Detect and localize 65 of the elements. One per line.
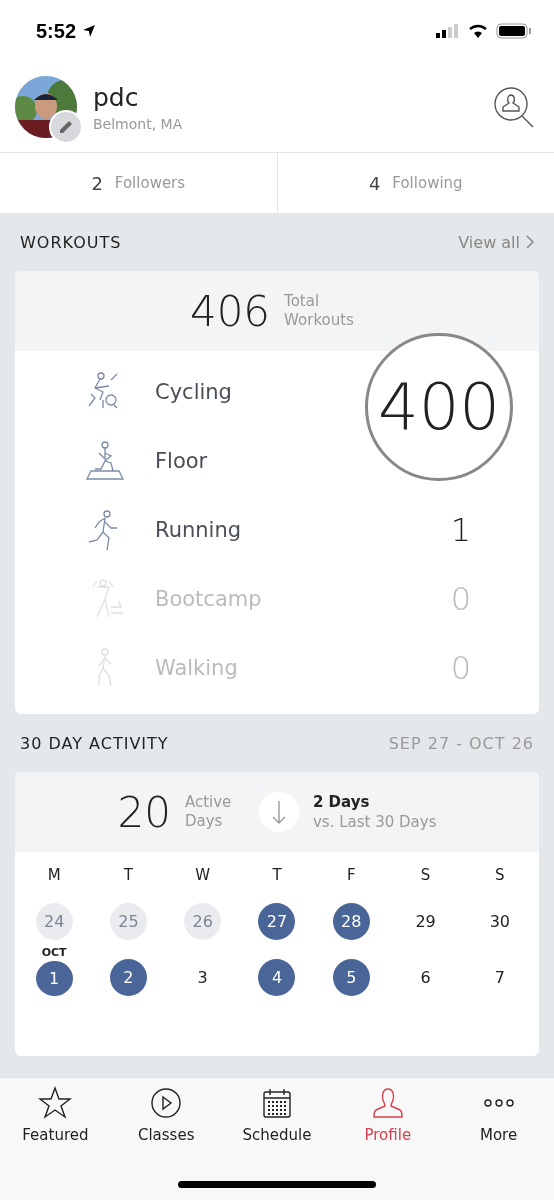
active-count: 20 xyxy=(117,787,171,837)
weekday-label: T xyxy=(123,866,133,884)
weekday-label: T xyxy=(272,866,282,884)
workout-name: Floor xyxy=(155,448,209,473)
stat-label: Followers xyxy=(114,174,186,192)
calendar-day[interactable]: 2 xyxy=(109,959,147,996)
active-label: Active Days xyxy=(184,793,233,831)
profile-name: pdc xyxy=(93,82,140,112)
tab-bar-item[interactable]: Profile xyxy=(332,1086,444,1144)
stat-count: 4 xyxy=(368,172,381,194)
change-label: vs. Last 30 Days xyxy=(312,813,437,831)
floor-exercise-icon xyxy=(83,438,127,483)
total-label: Total Workouts xyxy=(284,292,355,330)
calendar-day[interactable]: 3 xyxy=(184,959,222,996)
status-time: 5:52 xyxy=(36,19,77,43)
workout-name: Cycling xyxy=(155,379,233,404)
calendar-day[interactable]: 7 xyxy=(481,959,519,996)
date-range: SEP 27 - OCT 26 xyxy=(388,733,534,753)
profile-location: Belmont, MA xyxy=(93,115,184,132)
stat-label: Following xyxy=(392,174,463,192)
stat-tab[interactable]: 4 Following xyxy=(276,153,554,213)
play-icon xyxy=(149,1086,184,1120)
calendar-day[interactable]: 4 xyxy=(258,959,296,996)
workout-count: 1 xyxy=(450,510,471,549)
workout-name: Walking xyxy=(155,655,239,680)
workout-count: 0 xyxy=(450,648,471,687)
wifi-icon xyxy=(468,24,488,38)
battery-icon xyxy=(496,23,532,39)
calendar-day[interactable]: 5 xyxy=(332,959,370,996)
signal-icon xyxy=(436,24,460,38)
more-icon xyxy=(481,1098,516,1108)
stat-count: 2 xyxy=(91,172,103,194)
weekday-label: F xyxy=(346,866,356,884)
person-icon xyxy=(370,1086,405,1120)
calendar-icon xyxy=(260,1086,294,1120)
location-arrow-icon xyxy=(82,24,97,38)
calendar-day[interactable]: 27 xyxy=(258,903,296,940)
star-icon xyxy=(38,1086,73,1120)
user-search-icon[interactable] xyxy=(492,85,536,129)
calendar-day[interactable]: 30 xyxy=(481,903,519,940)
weekday-label: W xyxy=(195,866,211,884)
total-count: 406 xyxy=(189,286,271,336)
weekday-label: M xyxy=(47,866,61,884)
pencil-icon xyxy=(58,119,74,135)
stat-tab[interactable]: 2 Followers xyxy=(0,153,277,213)
section-title: 30 DAY ACTIVITY xyxy=(20,733,169,753)
workout-name: Bootcamp xyxy=(155,586,263,611)
weekday-label: S xyxy=(495,866,505,884)
workout-name: Running xyxy=(155,517,243,542)
workout-count: 0 xyxy=(450,579,471,618)
section-title: WORKOUTS xyxy=(20,232,122,252)
down-arrow-icon xyxy=(270,800,287,824)
calendar-day[interactable]: 29 xyxy=(407,903,445,940)
chevron-icon xyxy=(526,235,534,249)
month-label: OCT xyxy=(41,946,67,959)
magnified-count: 400 xyxy=(377,370,501,444)
tab-bar-item[interactable]: Classes xyxy=(110,1086,222,1144)
calendar-day[interactable]: 1 xyxy=(35,961,73,996)
tab-bar-item[interactable]: More xyxy=(443,1086,554,1144)
change-value: 2 Days xyxy=(312,793,371,811)
calendar-day[interactable]: 6 xyxy=(407,959,445,996)
tab-bar-item[interactable]: Featured xyxy=(0,1086,111,1144)
weekday-label: S xyxy=(420,866,431,884)
tab-bar-item[interactable]: Schedule xyxy=(221,1086,333,1144)
calendar-day[interactable]: 28 xyxy=(332,903,370,940)
